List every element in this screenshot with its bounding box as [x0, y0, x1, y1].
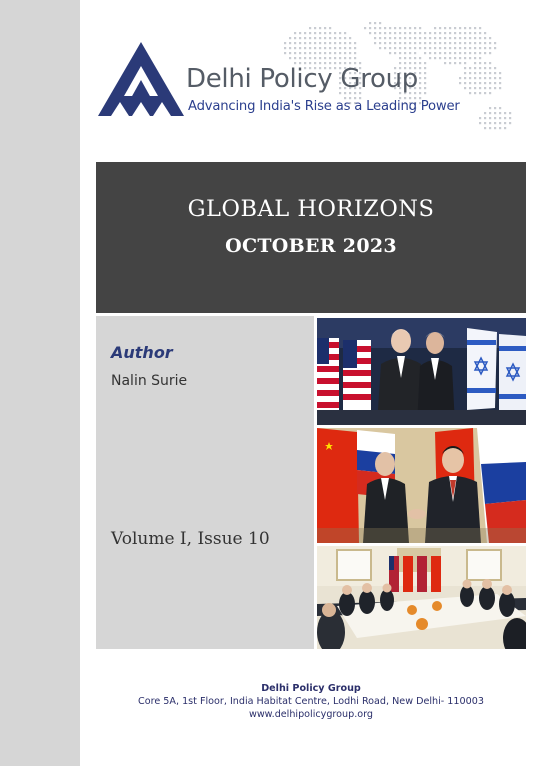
footer-address: Core 5A, 1st Floor, India Habitat Centre… [138, 696, 484, 707]
photo-leaders-china-russia [317, 428, 526, 543]
org-name: Delhi Policy Group [186, 64, 419, 94]
series-title: GLOBAL HORIZONS [187, 196, 435, 222]
footer-website[interactable]: www.delhipolicygroup.org [80, 708, 542, 721]
author-name: Nalin Surie [111, 373, 188, 389]
issue-date: OCTOBER 2023 [225, 235, 397, 257]
footer-org-name: Delhi Policy Group [261, 683, 361, 694]
title-band: GLOBAL HORIZONS OCTOBER 2023 [96, 162, 526, 313]
volume-issue: Volume I, Issue 10 [111, 529, 270, 549]
photo-leaders-us-israel [317, 318, 526, 425]
photo-delegation-meeting [317, 546, 526, 649]
tagline: Advancing India's Rise as a Leading Powe… [188, 99, 460, 114]
author-heading: Author [111, 343, 173, 362]
dpg-logo-icon [98, 42, 184, 116]
footer: Delhi Policy Group Core 5A, 1st Floor, I… [80, 682, 542, 721]
side-strip [0, 0, 80, 766]
info-panel: Author Nalin Surie Volume I, Issue 10 [96, 316, 314, 649]
